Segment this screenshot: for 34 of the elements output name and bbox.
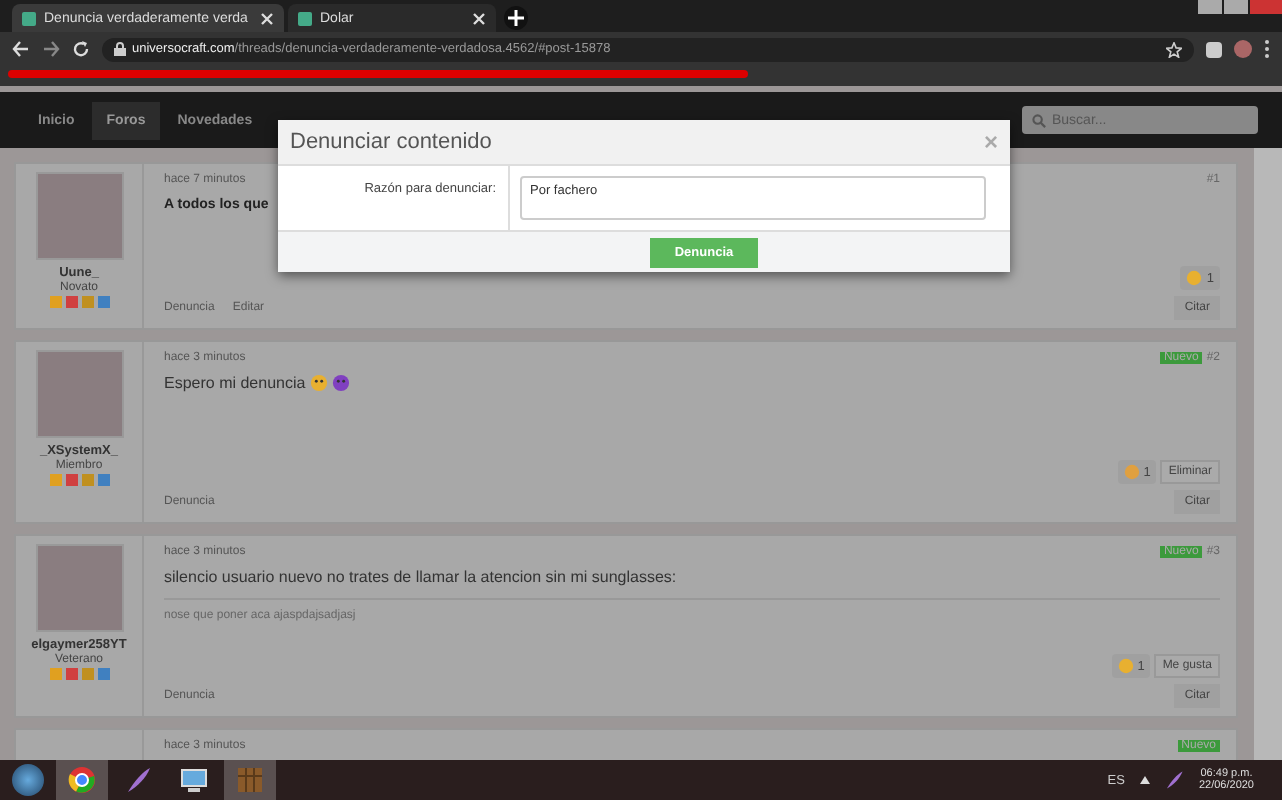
avatar-placeholder bbox=[35, 544, 123, 632]
close-icon[interactable] bbox=[472, 11, 486, 25]
profile-avatar-icon[interactable] bbox=[1234, 40, 1252, 58]
badges-drawing bbox=[49, 296, 109, 308]
start-button[interactable] bbox=[12, 764, 44, 796]
emoji-icon bbox=[309, 374, 328, 392]
emoji-icon bbox=[331, 374, 350, 392]
reaction-icon bbox=[1186, 270, 1203, 286]
browser-taskbar-icon[interactable] bbox=[56, 760, 108, 800]
back-icon[interactable] bbox=[12, 40, 30, 58]
tray-arrow-icon[interactable] bbox=[1140, 776, 1151, 784]
favicon-icon bbox=[22, 11, 36, 25]
reload-icon[interactable] bbox=[72, 40, 90, 58]
badges-drawing bbox=[49, 474, 109, 486]
close-icon[interactable] bbox=[260, 11, 274, 25]
badges-drawing bbox=[49, 668, 109, 680]
scrollbar[interactable] bbox=[1254, 148, 1282, 760]
forward-icon[interactable] bbox=[42, 40, 60, 58]
reaction-icon bbox=[1123, 464, 1140, 480]
dialog-title: Denunciar contenido bbox=[290, 130, 492, 154]
search-icon bbox=[1032, 113, 1046, 127]
feather-tray-icon[interactable] bbox=[1164, 770, 1185, 790]
post-text: Espero mi denuncia bbox=[164, 374, 306, 392]
window-controls-drawing[interactable] bbox=[1198, 0, 1282, 14]
post-text: silencio usuario nuevo no trates de llamar la atencion sin mi sunglasses: bbox=[164, 568, 677, 586]
extension-icon[interactable] bbox=[1206, 41, 1222, 57]
new-tab-icon[interactable] bbox=[504, 6, 528, 30]
menu-icon[interactable] bbox=[1264, 40, 1270, 58]
avatar-placeholder bbox=[35, 350, 123, 438]
reaction-icon bbox=[1117, 658, 1134, 674]
avatar-placeholder bbox=[35, 172, 123, 260]
favicon-icon bbox=[298, 11, 312, 25]
lock-icon bbox=[114, 42, 126, 56]
star-icon[interactable] bbox=[1166, 41, 1182, 57]
